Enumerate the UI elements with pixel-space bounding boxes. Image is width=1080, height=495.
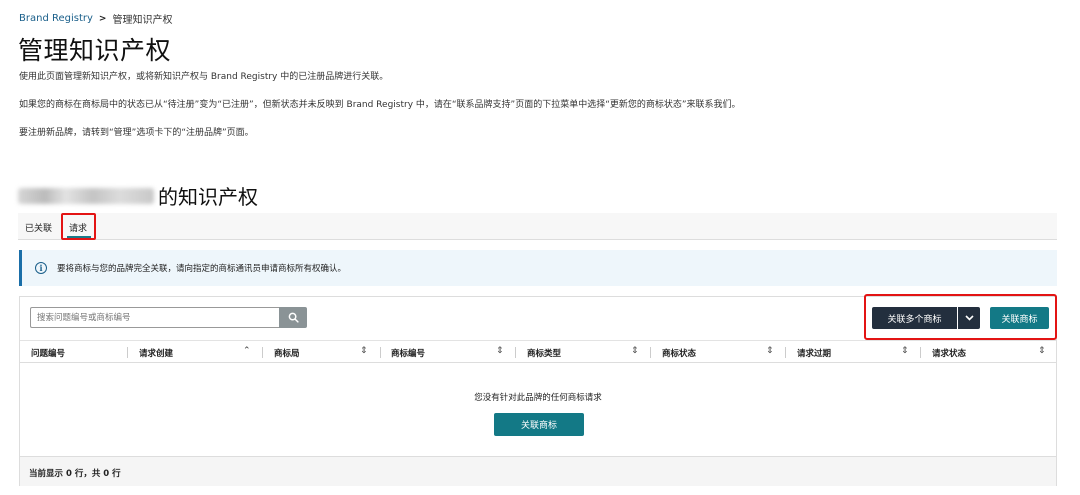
column-header-trademark-type[interactable]: 商标类型: [527, 347, 561, 359]
breadcrumb-separator: >: [98, 13, 107, 24]
sort-icon[interactable]: ⇕: [901, 345, 909, 358]
register-brand-paragraph: 要注册新品牌，请转到“管理”选项卡下的“注册品牌”页面。: [19, 128, 254, 138]
brand-ip-heading: 的知识产权: [18, 181, 258, 210]
column-divider: [380, 347, 381, 358]
column-header-trademark-number[interactable]: 商标编号: [391, 347, 425, 359]
column-header-request-expires[interactable]: 请求过期: [797, 347, 831, 359]
sort-ascending-icon[interactable]: ⌃: [243, 345, 251, 358]
tab-linked[interactable]: 已关联: [25, 221, 52, 234]
info-alert-text: 要将商标与您的品牌完全关联，请向指定的商标通讯员申请商标所有权确认。: [57, 264, 347, 274]
info-alert: i 要将商标与您的品牌完全关联，请向指定的商标通讯员申请商标所有权确认。: [19, 250, 1057, 286]
brand-ip-heading-text: 的知识产权: [158, 185, 258, 209]
sort-icon[interactable]: ⇕: [496, 345, 504, 358]
column-divider: [650, 347, 651, 358]
search-icon: [288, 312, 299, 323]
column-header-request-status[interactable]: 请求状态: [932, 347, 966, 359]
breadcrumb-brand-registry-link[interactable]: Brand Registry: [19, 13, 93, 24]
column-header-trademark-status[interactable]: 商标状态: [662, 347, 696, 359]
column-divider: [262, 347, 263, 358]
info-icon: i: [35, 262, 47, 274]
sort-icon[interactable]: ⇕: [1038, 345, 1046, 358]
page-title: 管理知识产权: [18, 36, 172, 65]
table-header: 问题编号 请求创建 ⌃ 商标局 ⇕ 商标编号 ⇕ 商标类型 ⇕ 商标状态 ⇕ 请…: [20, 340, 1056, 363]
column-header-trademark-office[interactable]: 商标局: [274, 347, 300, 359]
breadcrumb: Brand Registry > 管理知识产权: [19, 11, 172, 26]
sort-icon[interactable]: ⇕: [360, 345, 368, 358]
table-footer: 当前显示 0 行，共 0 行: [20, 456, 1056, 486]
intro-paragraph: 使用此页面管理新知识产权，或将新知识产权与 Brand Registry 中的已…: [19, 72, 389, 82]
sort-icon[interactable]: ⇕: [631, 345, 639, 358]
link-trademark-empty-state-button[interactable]: 关联商标: [494, 413, 584, 436]
blurred-brand-name: [18, 187, 154, 204]
row-count-text: 当前显示 0 行，共 0 行: [29, 469, 121, 479]
empty-table-message: 您没有针对此品牌的任何商标请求: [474, 393, 602, 403]
sort-icon[interactable]: ⇕: [766, 345, 774, 358]
search-input[interactable]: [30, 307, 282, 328]
column-divider: [785, 347, 786, 358]
breadcrumb-current: 管理知识产权: [112, 15, 173, 26]
column-divider: [920, 347, 921, 358]
status-update-paragraph: 如果您的商标在商标局中的状态已从“待注册”变为“已注册”，但新状态并未反映到 B…: [19, 100, 741, 110]
column-divider: [127, 347, 128, 358]
tabs-bar: 已关联 请求: [18, 213, 1057, 240]
buttons-highlight-box: [864, 294, 1057, 340]
column-divider: [515, 347, 516, 358]
column-header-request-created[interactable]: 请求创建: [139, 347, 173, 359]
search-button[interactable]: [279, 307, 307, 328]
tab-highlight-box: [61, 213, 96, 240]
column-header-issue-id[interactable]: 问题编号: [31, 347, 65, 359]
